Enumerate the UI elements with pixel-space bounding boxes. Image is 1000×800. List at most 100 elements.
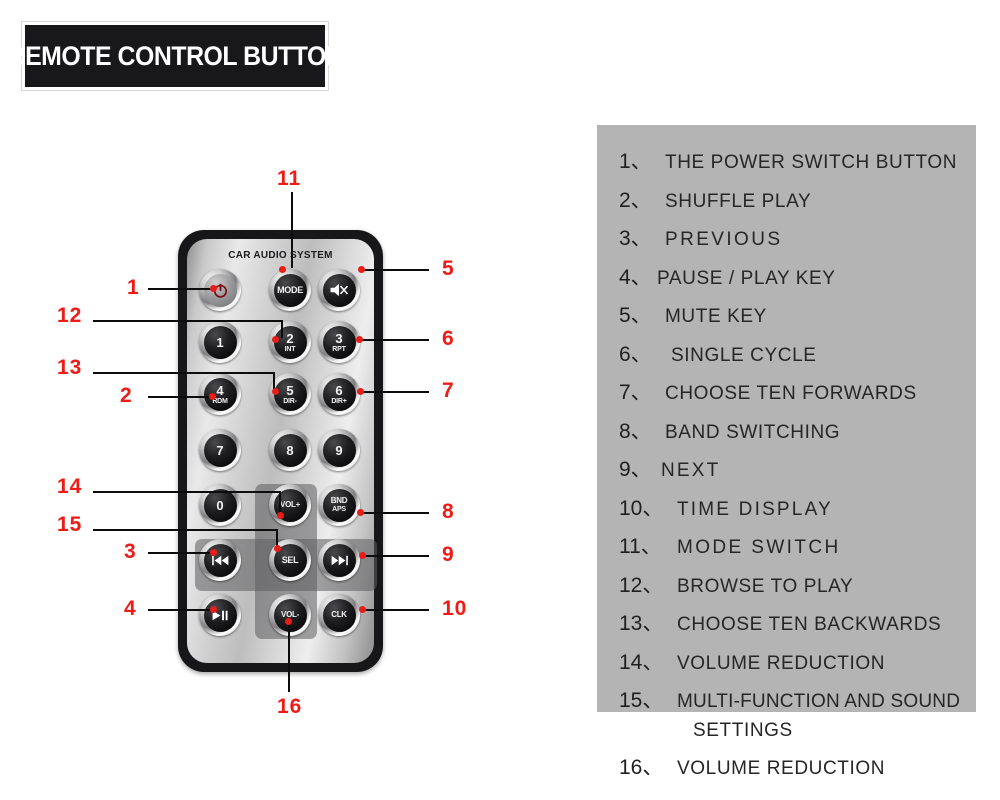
key-8-button[interactable]: 8 — [269, 429, 311, 471]
legend-text-12: BROWSE TO PLAY — [677, 575, 854, 597]
leader-8 — [360, 512, 429, 514]
key-2-label: 2 — [286, 330, 294, 346]
legend-index-2: 2、 — [619, 188, 652, 212]
leader-11 — [291, 192, 293, 268]
mute-button[interactable] — [318, 269, 360, 311]
legend-item-1: 1、 THE POWER SWITCH BUTTON — [619, 145, 970, 175]
dot-5-mute — [358, 266, 365, 273]
callout-2: 2 — [120, 384, 133, 407]
leader-13 — [93, 372, 275, 374]
legend-item-12: 12、 BROWSE TO PLAY — [619, 569, 970, 599]
legend-index-14: 14、 — [619, 650, 664, 674]
dot-16-voldn — [285, 618, 292, 625]
callout-14: 14 — [57, 475, 83, 498]
leader-9 — [362, 555, 429, 557]
legend-item-3: 3、 PREVIOUS — [619, 222, 970, 252]
legend-index-13: 13、 — [619, 612, 664, 635]
power-icon — [203, 273, 237, 307]
legend-index-4: 4、 — [619, 265, 652, 289]
legend-index-9: 9、 — [619, 458, 652, 481]
dot-8-band — [357, 509, 364, 516]
legend-text-15: MULTI-FUNCTION AND SOUND — [677, 691, 961, 712]
key-3-label: 3 — [335, 330, 343, 346]
play-pause-button[interactable] — [199, 594, 241, 636]
dot-10-clk — [359, 606, 366, 613]
select-label: SEL — [281, 554, 299, 565]
key-8-label: 8 — [286, 442, 294, 458]
legend-item-10: 10、 TIME DISPLAY — [619, 492, 970, 522]
leader-3 — [148, 552, 213, 554]
callout-6: 6 — [442, 327, 455, 350]
legend-index-12: 12、 — [619, 573, 664, 597]
dot-7-key6 — [357, 388, 364, 395]
key-1-label: 1 — [216, 334, 224, 350]
callout-10: 10 — [442, 597, 468, 620]
legend-text-6: SINGLE CYCLE — [671, 344, 817, 366]
legend-item-6: 6、 SINGLE CYCLE — [619, 338, 970, 368]
callout-16: 16 — [277, 695, 303, 718]
key-3-rpt-button[interactable]: 3 RPT — [318, 321, 360, 363]
callout-1: 1 — [127, 276, 140, 299]
dot-2-key4 — [209, 393, 216, 400]
key-4-label: 4 — [216, 382, 224, 398]
legend-item-15: 15、 MULTI-FUNCTION AND SOUND — [619, 684, 970, 714]
mode-button[interactable]: MODE — [269, 269, 311, 311]
legend-index-8: 8、 — [619, 419, 652, 443]
fastforward-glyph — [331, 555, 348, 565]
power-button[interactable] — [199, 269, 241, 311]
legend-index-10: 10、 — [619, 496, 664, 520]
key-0-label: 0 — [216, 497, 224, 513]
key-3-sublabel: RPT — [332, 345, 346, 353]
key-5-label: 5 — [286, 382, 294, 398]
key-7-button[interactable]: 7 — [199, 429, 241, 471]
brand-label: CAR AUDIO SYSTEM — [228, 249, 333, 261]
leader-15 — [93, 529, 278, 531]
legend-text-11: MODE SWITCH — [677, 537, 841, 558]
leader-4 — [148, 609, 213, 611]
key-4-rdm-button[interactable]: 4 RDM — [199, 373, 241, 415]
legend-item-13: 13、 CHOOSE TEN BACKWARDS — [619, 607, 970, 637]
mute-glyph — [330, 283, 349, 297]
key-1-button[interactable]: 1 — [199, 321, 241, 363]
mode-label: MODE — [277, 284, 303, 295]
callout-5: 5 — [442, 257, 455, 280]
dot-9-next — [359, 552, 366, 559]
callout-8: 8 — [442, 500, 455, 523]
next-icon — [322, 543, 356, 577]
dot-14-volup — [277, 512, 284, 519]
mute-icon — [322, 273, 356, 307]
previous-track-button[interactable] — [199, 539, 241, 581]
volume-down-button[interactable]: VOL- — [269, 594, 311, 636]
callout-12: 12 — [57, 304, 83, 327]
legend-index-16: 16、 — [619, 755, 664, 779]
dot-15-sel — [274, 545, 281, 552]
legend-item-5: 5、 MUTE KEY — [619, 299, 970, 329]
dot-4-play — [210, 606, 217, 613]
dot-6-key3 — [356, 336, 363, 343]
callout-3: 3 — [124, 540, 137, 563]
legend-text-10: TIME DISPLAY — [677, 498, 833, 520]
key-6-dir-plus-button[interactable]: 6 DIR+ — [318, 373, 360, 415]
legend-item-2: 2、 SHUFFLE PLAY — [619, 184, 970, 214]
volume-up-label: VOL+ — [280, 500, 300, 509]
callout-13: 13 — [57, 356, 83, 379]
legend-text-8: BAND SWITCHING — [665, 421, 841, 443]
remote-faceplate: CAR AUDIO SYSTEM MODE 1 2 INT 3 RPT 4 RD… — [187, 239, 377, 663]
legend-item-14: 14、 VOLUME REDUCTION — [619, 646, 970, 676]
clock-button[interactable]: CLK — [318, 594, 360, 636]
key-9-label: 9 — [335, 442, 343, 458]
remote-body: CAR AUDIO SYSTEM MODE 1 2 INT 3 RPT 4 RD… — [178, 230, 383, 672]
legend-index-5: 5、 — [619, 304, 652, 327]
band-aps-button[interactable]: BND APS — [318, 484, 360, 526]
leader-16 — [288, 622, 290, 692]
next-track-button[interactable] — [318, 539, 360, 581]
key-9-button[interactable]: 9 — [318, 429, 360, 471]
dot-11-mode — [279, 266, 286, 273]
band-label: BND — [330, 496, 348, 505]
leader-14-v — [279, 491, 281, 514]
leader-2 — [148, 396, 213, 398]
clock-label: CLK — [331, 610, 347, 619]
legend-text-2: SHUFFLE PLAY — [665, 190, 812, 212]
callout-11: 11 — [277, 167, 302, 190]
band-sublabel: APS — [332, 506, 346, 513]
